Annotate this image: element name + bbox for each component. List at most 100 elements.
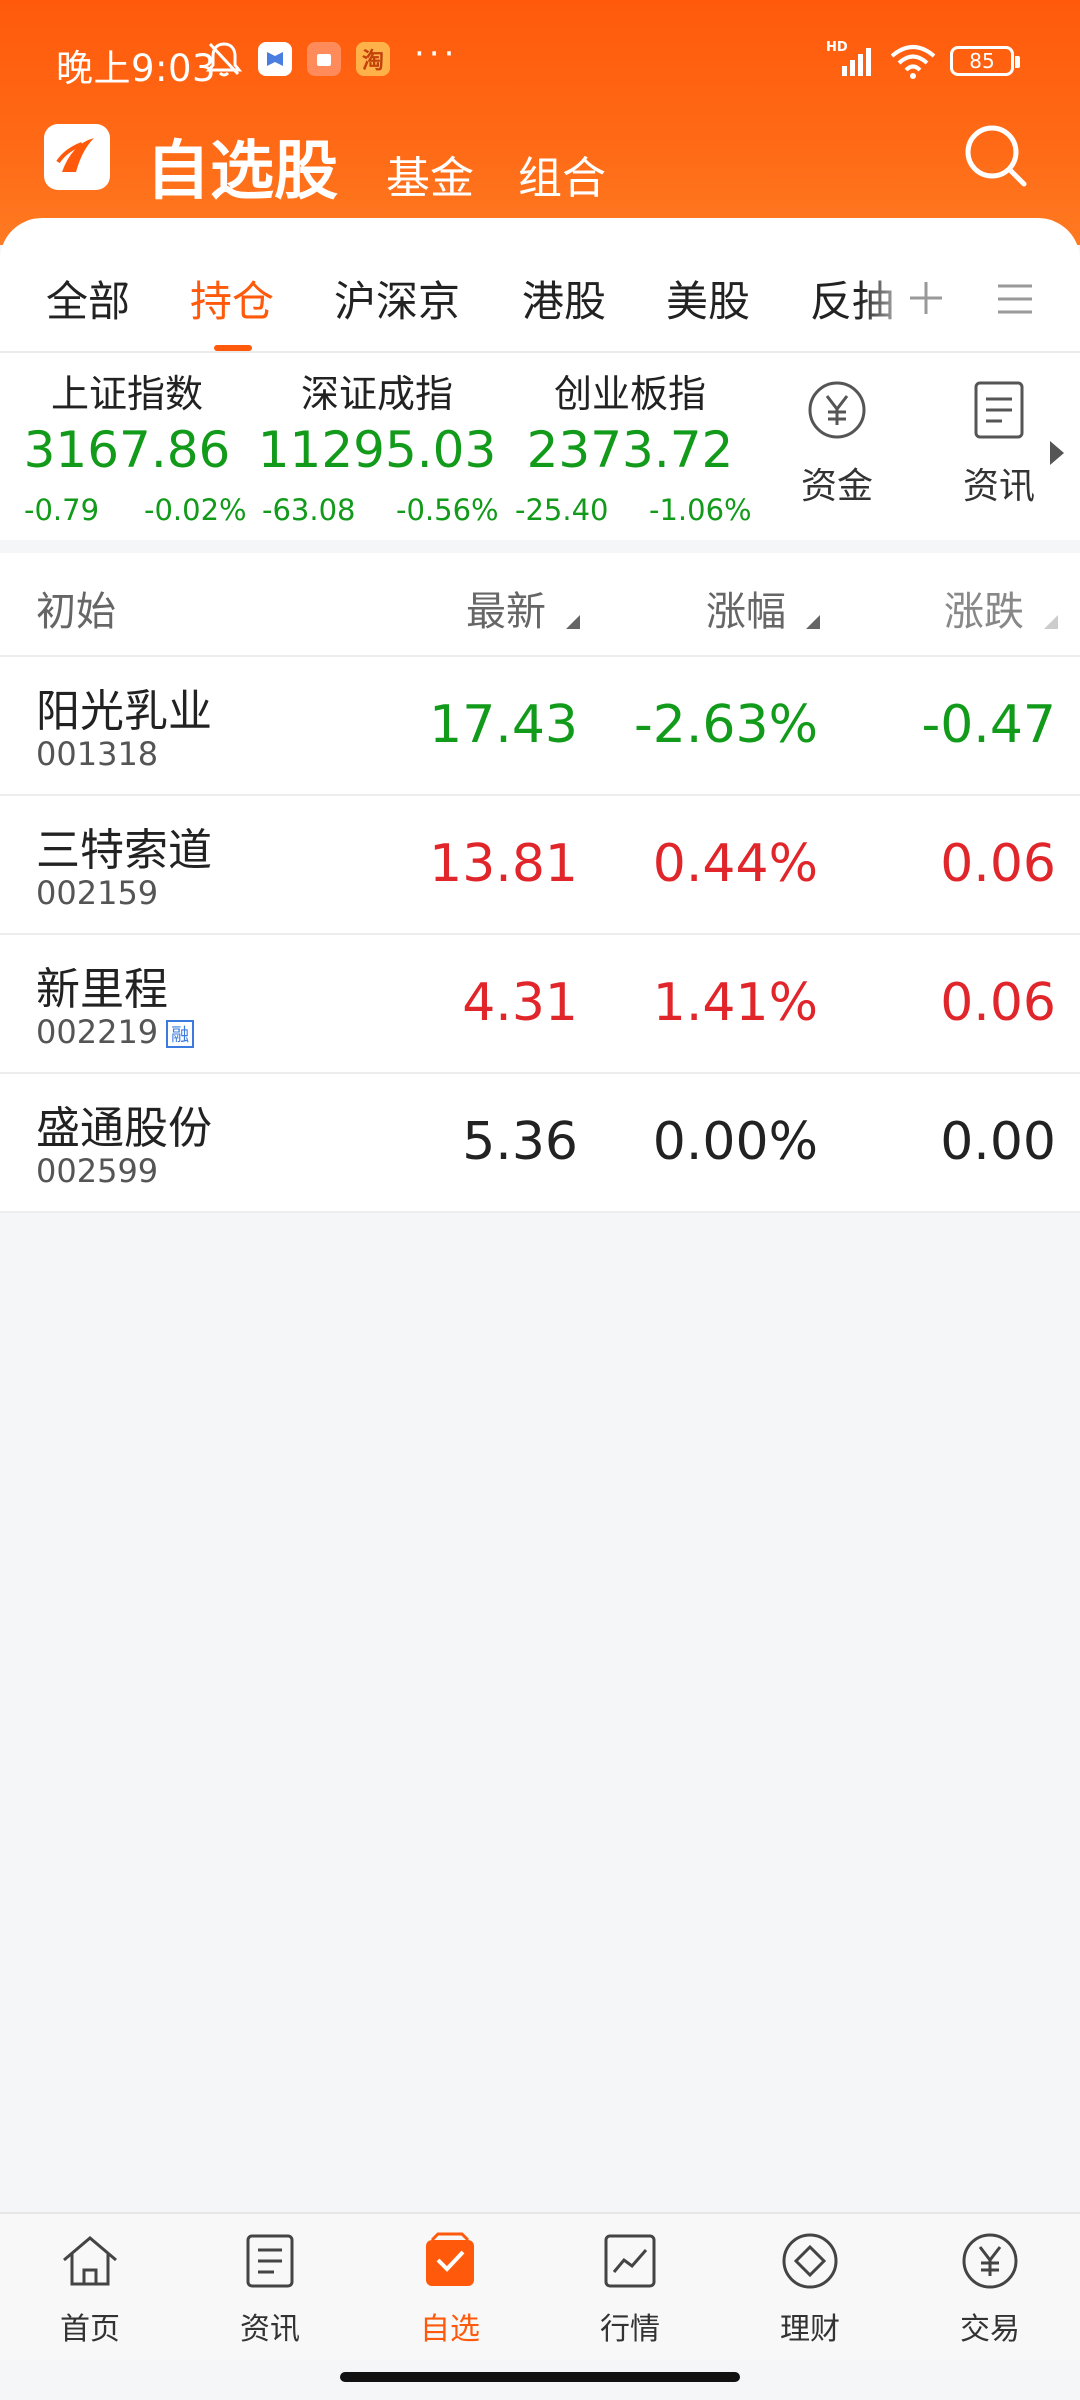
stock-list-header: 初始 最新 涨幅 涨跌: [0, 553, 1080, 657]
stock-change-pct: -2.63%: [634, 695, 818, 755]
index-name: 创业板指: [553, 372, 706, 416]
stock-code-wrap: 002219 融: [36, 1013, 195, 1051]
margin-badge: 融: [166, 1020, 195, 1048]
index-change: -0.79: [24, 493, 100, 527]
watchlist-icon: [426, 2232, 474, 2286]
index-change: -63.08: [262, 493, 356, 527]
home-icon: [63, 2236, 117, 2286]
stock-code: 002599: [36, 1152, 159, 1190]
signal-icon: [842, 48, 871, 76]
index-change-pct: -1.06%: [649, 493, 752, 527]
stock-name: 阳光乳业: [36, 686, 212, 737]
tab-a-shares[interactable]: 沪深京: [334, 268, 460, 329]
category-tabs: 全部 持仓 沪深京 港股 美股 反抽: [0, 218, 1080, 353]
stock-change: 0.06: [940, 973, 1056, 1033]
app-logo-icon: [44, 124, 110, 190]
sort-triangle-icon: [1044, 615, 1058, 629]
stock-price: 13.81: [429, 834, 578, 894]
index-change-pct: -0.56%: [396, 493, 499, 527]
stock-change: 0.06: [940, 834, 1056, 894]
index-value: 11295.03: [257, 421, 497, 479]
quick-link-funds[interactable]: 资金: [782, 379, 892, 509]
stock-price: 4.31: [462, 973, 578, 1033]
menu-icon[interactable]: [996, 282, 1034, 316]
column-initial[interactable]: 初始: [36, 579, 116, 637]
stock-code: 002159: [36, 874, 159, 912]
index-value: 3167.86: [23, 421, 231, 479]
wealth-diamond-icon: [782, 2233, 838, 2289]
index-name: 上证指数: [50, 372, 203, 416]
top-bar: 自选股 基金 组合: [0, 118, 1080, 218]
stock-change: 0.00: [940, 1112, 1056, 1172]
battery-indicator: 85: [950, 46, 1014, 76]
app-header: 晚上9:03 淘 ··· HD 85 自选股 基金 组合: [0, 0, 1080, 245]
stock-change: -0.47: [921, 695, 1056, 755]
nav-label: 行情: [600, 2312, 660, 2347]
stock-price: 17.43: [429, 695, 578, 755]
stock-row[interactable]: 阳光乳业 001318 17.43 -2.63% -0.47: [0, 657, 1080, 796]
index-value: 2373.72: [526, 421, 734, 479]
tab-all[interactable]: 全部: [46, 268, 130, 329]
taobao-icon: 淘: [356, 42, 390, 76]
quick-link-news[interactable]: 资讯: [944, 379, 1054, 509]
stock-row[interactable]: 盛通股份 002599 5.36 0.00% 0.00: [0, 1074, 1080, 1213]
status-bar: 晚上9:03 淘 ··· HD 85: [0, 0, 1080, 120]
nav-portfolio[interactable]: 组合: [518, 142, 606, 206]
nav-trade[interactable]: 交易: [920, 2232, 1060, 2348]
trade-yen-icon: [962, 2233, 1018, 2289]
stock-code: 002219: [36, 1013, 159, 1051]
search-icon[interactable]: [962, 122, 1032, 192]
index-name: 深证成指: [300, 372, 453, 416]
add-tab-icon[interactable]: [906, 278, 946, 318]
stock-name: 三特索道: [36, 825, 212, 876]
nav-label: 自选: [420, 2312, 480, 2347]
market-chart-icon: [604, 2234, 656, 2288]
stock-change-pct: 0.44%: [652, 834, 818, 894]
nav-label: 交易: [960, 2312, 1020, 2347]
index-strip: 上证指数 3167.86 -0.79 -0.02% 深证成指 11295.03 …: [0, 353, 1080, 540]
status-time: 晚上9:03: [56, 47, 217, 90]
nav-watchlist[interactable]: 自选: [380, 2232, 520, 2348]
scroll-right-arrow-icon[interactable]: [1050, 441, 1064, 465]
sort-triangle-icon: [566, 615, 580, 629]
bottom-nav: 首页 资讯 自选 行情 理财 交易: [0, 2212, 1080, 2360]
home-indicator[interactable]: [340, 2372, 740, 2382]
nav-label: 理财: [780, 2312, 840, 2347]
nav-home[interactable]: 首页: [20, 2232, 160, 2348]
stock-row[interactable]: 新里程 002219 融 4.31 1.41% 0.06: [0, 935, 1080, 1074]
stock-name: 新里程: [36, 964, 168, 1015]
nav-label: 首页: [60, 2312, 120, 2347]
stock-change-pct: 1.41%: [652, 973, 818, 1033]
tab-holdings[interactable]: 持仓: [190, 268, 274, 329]
nav-wealth[interactable]: 理财: [740, 2232, 880, 2348]
nav-label: 资讯: [240, 2312, 300, 2347]
news-doc-icon: [974, 381, 1024, 439]
muted-bell-icon: [206, 42, 242, 77]
stock-name: 盛通股份: [36, 1103, 212, 1154]
index-change: -25.40: [515, 493, 609, 527]
wifi-icon: [890, 45, 936, 79]
notification-app-icon: [258, 42, 292, 76]
stock-row[interactable]: 三特索道 002159 13.81 0.44% 0.06: [0, 796, 1080, 935]
notification-app-icon: [307, 42, 341, 76]
more-notifications: ···: [414, 34, 459, 74]
tab-hk-stocks[interactable]: 港股: [522, 268, 606, 329]
page-title: 自选股: [146, 135, 338, 209]
nav-fund[interactable]: 基金: [386, 142, 474, 206]
nav-market[interactable]: 行情: [560, 2232, 700, 2348]
sort-triangle-icon: [806, 615, 820, 629]
tab-us-stocks[interactable]: 美股: [666, 268, 750, 329]
battery-tip: [1015, 56, 1020, 68]
stock-price: 5.36: [462, 1112, 578, 1172]
index-change-pct: -0.02%: [144, 493, 247, 527]
news-icon: [246, 2234, 294, 2288]
column-change-pct[interactable]: 涨幅: [706, 579, 786, 637]
funds-yen-icon: [808, 381, 866, 439]
stock-change-pct: 0.00%: [652, 1112, 818, 1172]
quick-link-label: 资讯: [962, 466, 1035, 507]
nav-news[interactable]: 资讯: [200, 2232, 340, 2348]
column-change[interactable]: 涨跌: [944, 579, 1024, 637]
stock-code: 001318: [36, 735, 159, 773]
quick-link-label: 资金: [800, 466, 873, 507]
column-latest[interactable]: 最新: [466, 579, 546, 637]
